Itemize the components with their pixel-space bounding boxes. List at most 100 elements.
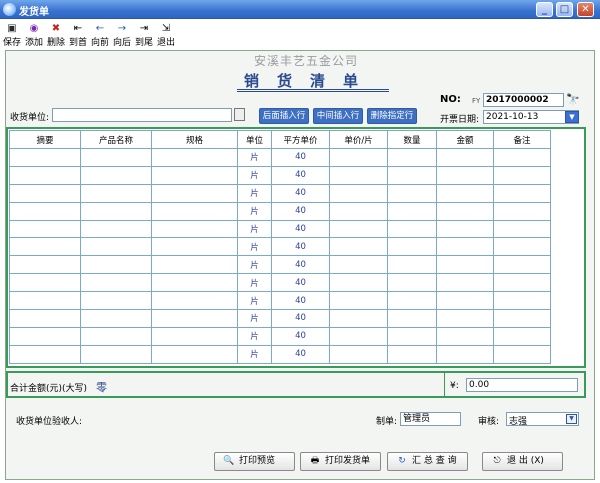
column-header[interactable]: 单价/片 <box>329 130 388 149</box>
table-cell[interactable] <box>151 255 238 275</box>
table-cell[interactable] <box>80 344 152 364</box>
table-cell[interactable] <box>9 255 81 275</box>
table-cell[interactable] <box>151 201 238 221</box>
table-cell[interactable] <box>436 291 494 311</box>
table-cell[interactable] <box>329 291 388 311</box>
table-cell[interactable] <box>9 291 81 311</box>
invoice-number-field[interactable]: 2017000002 <box>483 93 564 107</box>
table-cell[interactable] <box>9 201 81 221</box>
table-cell[interactable] <box>151 148 238 167</box>
table-row[interactable]: 片 40 <box>9 309 551 328</box>
insert-after-button[interactable]: 后面插入行 <box>259 108 309 124</box>
table-cell[interactable] <box>436 201 494 221</box>
table-cell[interactable]: 40 <box>271 148 330 167</box>
table-cell[interactable] <box>436 326 494 346</box>
table-cell[interactable] <box>329 183 388 203</box>
table-cell[interactable]: 片 <box>237 165 272 185</box>
table-cell[interactable] <box>436 273 494 293</box>
table-cell[interactable]: 片 <box>237 237 272 257</box>
table-cell[interactable] <box>493 309 551 328</box>
search-icon[interactable]: 🔭 <box>566 93 580 106</box>
table-cell[interactable] <box>436 148 494 167</box>
table-cell[interactable] <box>493 273 551 293</box>
table-cell[interactable]: 片 <box>237 219 272 239</box>
table-cell[interactable] <box>387 201 437 221</box>
save-button[interactable]: ▣ 保存 <box>3 23 21 48</box>
table-row[interactable]: 片 40 <box>9 201 551 221</box>
table-cell[interactable]: 40 <box>271 344 330 364</box>
table-cell[interactable] <box>387 165 437 185</box>
table-row[interactable]: 片 40 <box>9 219 551 239</box>
next-button[interactable]: → 向后 <box>113 23 131 48</box>
table-cell[interactable]: 40 <box>271 309 330 328</box>
table-cell[interactable] <box>493 344 551 364</box>
table-cell[interactable] <box>151 237 238 257</box>
first-button[interactable]: ⇤ 到首 <box>69 23 87 48</box>
print-invoice-button[interactable]: 🖶 打印发货单 <box>300 452 381 471</box>
total-amount-field[interactable]: 0.00 <box>466 378 578 392</box>
table-cell[interactable] <box>387 273 437 293</box>
add-button[interactable]: ◉ 添加 <box>25 23 43 48</box>
date-dropdown-button[interactable]: ▼ <box>565 111 579 123</box>
maker-field[interactable]: 管理员 <box>400 412 461 426</box>
table-cell[interactable] <box>151 291 238 311</box>
table-cell[interactable] <box>9 148 81 167</box>
table-cell[interactable] <box>493 237 551 257</box>
table-row[interactable]: 片 40 <box>9 273 551 293</box>
table-cell[interactable] <box>329 148 388 167</box>
close-button[interactable]: ✕ <box>577 2 594 17</box>
table-cell[interactable] <box>493 255 551 275</box>
insert-middle-button[interactable]: 中间插入行 <box>313 108 363 124</box>
table-cell[interactable]: 片 <box>237 183 272 203</box>
table-cell[interactable] <box>9 273 81 293</box>
table-cell[interactable] <box>9 326 81 346</box>
table-cell[interactable]: 40 <box>271 237 330 257</box>
table-row[interactable]: 片 40 <box>9 344 551 364</box>
table-cell[interactable] <box>151 326 238 346</box>
table-cell[interactable]: 片 <box>237 326 272 346</box>
exit-button[interactable]: ⇲ 退出 <box>157 23 175 48</box>
table-cell[interactable]: 40 <box>271 255 330 275</box>
table-cell[interactable] <box>329 165 388 185</box>
table-cell[interactable] <box>329 255 388 275</box>
table-cell[interactable]: 片 <box>237 273 272 293</box>
table-cell[interactable]: 片 <box>237 201 272 221</box>
table-cell[interactable] <box>387 183 437 203</box>
table-cell[interactable] <box>9 183 81 203</box>
table-cell[interactable] <box>9 309 81 328</box>
table-cell[interactable] <box>493 165 551 185</box>
table-cell[interactable] <box>387 148 437 167</box>
table-cell[interactable] <box>80 255 152 275</box>
table-cell[interactable]: 片 <box>237 291 272 311</box>
table-cell[interactable] <box>436 183 494 203</box>
table-cell[interactable] <box>9 165 81 185</box>
item-grid[interactable]: 摘要 产品名称 规格 单位 平方单价 单价/片 数量 金额 备注 片 40 片 40 片 40 片 40 片 40… <box>6 127 586 368</box>
table-cell[interactable] <box>151 183 238 203</box>
maximize-button[interactable]: □ <box>556 2 573 17</box>
table-cell[interactable]: 40 <box>271 273 330 293</box>
table-row[interactable]: 片 40 <box>9 237 551 257</box>
table-cell[interactable]: 片 <box>237 148 272 167</box>
table-cell[interactable] <box>387 291 437 311</box>
table-cell[interactable] <box>9 219 81 239</box>
table-cell[interactable]: 40 <box>271 326 330 346</box>
summary-query-button[interactable]: ↻ 汇 总 查 询 <box>387 452 468 471</box>
table-cell[interactable] <box>493 326 551 346</box>
table-cell[interactable]: 40 <box>271 165 330 185</box>
table-cell[interactable] <box>329 326 388 346</box>
table-cell[interactable] <box>329 201 388 221</box>
table-cell[interactable] <box>80 148 152 167</box>
table-row[interactable]: 片 40 <box>9 183 551 203</box>
table-cell[interactable] <box>80 291 152 311</box>
table-cell[interactable] <box>9 344 81 364</box>
table-cell[interactable] <box>493 148 551 167</box>
table-cell[interactable] <box>151 165 238 185</box>
delete-row-button[interactable]: 删除指定行 <box>367 108 417 124</box>
table-cell[interactable] <box>80 309 152 328</box>
table-cell[interactable]: 40 <box>271 291 330 311</box>
table-cell[interactable] <box>80 183 152 203</box>
table-cell[interactable] <box>436 165 494 185</box>
table-cell[interactable] <box>80 273 152 293</box>
minimize-button[interactable]: _ <box>536 2 553 17</box>
table-cell[interactable] <box>80 201 152 221</box>
